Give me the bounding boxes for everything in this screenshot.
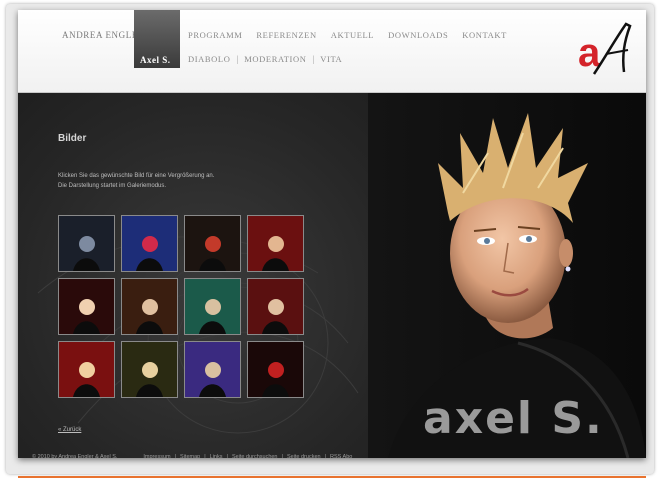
nav-main: Programm Referenzen Aktuell Downloads Ko… bbox=[188, 30, 507, 40]
thumbnail-photo-icon bbox=[185, 342, 240, 397]
footer: © 2010 by Andrea Engler & Axel S. Impres… bbox=[32, 454, 353, 460]
footer-copyright: © 2010 by Andrea Engler & Axel S. bbox=[32, 454, 118, 460]
intro-text: Klicken Sie das gewünschte Bild für eine… bbox=[58, 171, 278, 191]
gallery-thumb-6[interactable] bbox=[121, 278, 178, 335]
footer-link-links[interactable]: Links bbox=[210, 454, 223, 460]
gallery-thumb-7[interactable] bbox=[184, 278, 241, 335]
footer-link-search[interactable]: Seite durchsuchen bbox=[232, 454, 278, 460]
gallery-thumb-3[interactable] bbox=[184, 215, 241, 272]
gallery-thumb-12[interactable] bbox=[247, 341, 304, 398]
content-area: Bilder Klicken Sie das gewünschte Bild f… bbox=[18, 93, 646, 458]
nav-sub-moderation[interactable]: Moderation bbox=[244, 54, 306, 64]
gallery-thumb-5[interactable] bbox=[58, 278, 115, 335]
signature-logo: axel S. bbox=[423, 393, 604, 444]
thumbnail-photo-icon bbox=[122, 216, 177, 271]
section-title: Bilder bbox=[58, 133, 87, 144]
nav-separator: | bbox=[236, 54, 239, 64]
gallery-thumb-1[interactable] bbox=[58, 215, 115, 272]
nav-sub: Diabolo | Moderation | Vita bbox=[188, 54, 342, 64]
active-tab-label: Axel S. bbox=[140, 55, 171, 65]
footer-link-impressum[interactable]: Impressum bbox=[143, 454, 170, 460]
logo[interactable]: a bbox=[576, 20, 640, 78]
nav-separator: | bbox=[312, 54, 315, 64]
bottom-accent-rule bbox=[18, 476, 646, 478]
footer-link-print[interactable]: Seite drucken bbox=[287, 454, 321, 460]
site-container: Andrea Engler Axel S. Programm Referenze… bbox=[18, 10, 646, 458]
footer-link-rss[interactable]: RSS Abo bbox=[330, 454, 352, 460]
thumbnail-photo-icon bbox=[185, 216, 240, 271]
thumbnail-photo-icon bbox=[59, 216, 114, 271]
thumbnail-photo-icon bbox=[122, 342, 177, 397]
header: Andrea Engler Axel S. Programm Referenze… bbox=[18, 10, 646, 93]
thumbnail-photo-icon bbox=[248, 216, 303, 271]
intro-line-2: Die Darstellung startet im Galeriemodus. bbox=[58, 183, 167, 189]
nav-item-downloads[interactable]: Downloads bbox=[388, 30, 448, 40]
back-link[interactable]: « Zurück bbox=[58, 427, 81, 433]
intro-line-1: Klicken Sie das gewünschte Bild für eine… bbox=[58, 173, 215, 179]
gallery-thumb-11[interactable] bbox=[184, 341, 241, 398]
nav-item-kontakt[interactable]: Kontakt bbox=[462, 30, 507, 40]
thumbnail-photo-icon bbox=[248, 342, 303, 397]
gallery-thumb-2[interactable] bbox=[121, 215, 178, 272]
nav-andrea-engler[interactable]: Andrea Engler bbox=[62, 30, 145, 40]
logo-mark-icon: a bbox=[578, 22, 632, 75]
gallery-thumb-8[interactable] bbox=[247, 278, 304, 335]
thumbnail-photo-icon bbox=[59, 342, 114, 397]
thumbnail-photo-icon bbox=[248, 279, 303, 334]
gallery-thumb-9[interactable] bbox=[58, 341, 115, 398]
gallery-grid bbox=[58, 215, 304, 398]
nav-sub-vita[interactable]: Vita bbox=[320, 54, 342, 64]
nav-sub-diabolo[interactable]: Diabolo bbox=[188, 54, 230, 64]
thumbnail-photo-icon bbox=[59, 279, 114, 334]
thumbnail-photo-icon bbox=[185, 279, 240, 334]
nav-item-programm[interactable]: Programm bbox=[188, 30, 242, 40]
nav-item-aktuell[interactable]: Aktuell bbox=[331, 30, 374, 40]
thumbnail-photo-icon bbox=[122, 279, 177, 334]
footer-link-sitemap[interactable]: Sitemap bbox=[180, 454, 200, 460]
nav-active-tab-axel[interactable]: Axel S. bbox=[134, 10, 180, 68]
nav-item-referenzen[interactable]: Referenzen bbox=[256, 30, 316, 40]
gallery-thumb-4[interactable] bbox=[247, 215, 304, 272]
gallery-thumb-10[interactable] bbox=[121, 341, 178, 398]
